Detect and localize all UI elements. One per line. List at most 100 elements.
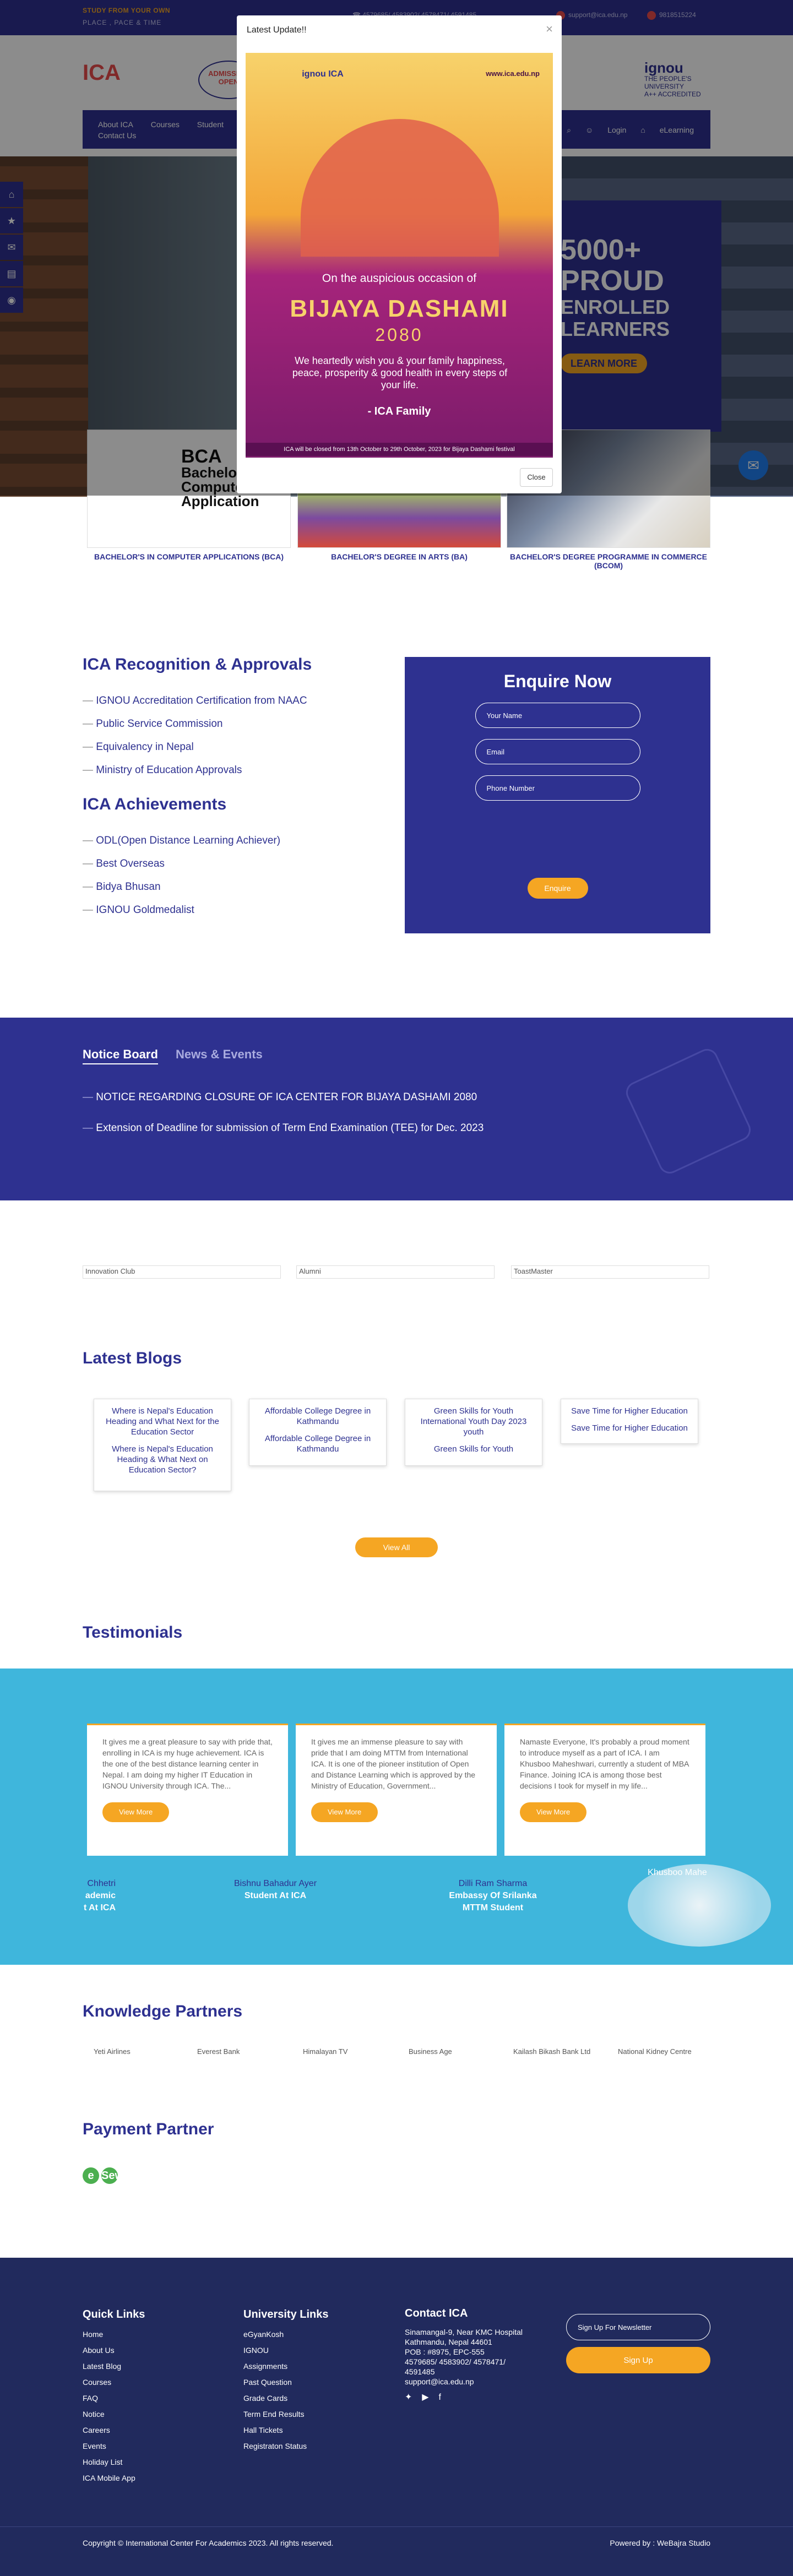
email-field[interactable] [475,739,640,764]
recognition-list: IGNOU Accreditation Certification from N… [83,695,391,776]
blog-title: Save Time for Higher Education [571,1423,688,1433]
testimonial-card: It gives me an immense pleasure to say w… [296,1724,497,1856]
testimonial-text: It gives me an immense pleasure to say w… [311,1737,476,1790]
course-caption: BACHELOR'S IN COMPUTER APPLICATIONS (BCA… [94,552,284,561]
partner-logo: Kailash Bikash Bank Ltd [513,2047,591,2056]
newsletter-input[interactable] [566,2314,710,2340]
footer-link[interactable]: Hall Tickets [243,2426,329,2434]
close-button[interactable]: Close [520,468,553,487]
footer-link[interactable]: Grade Cards [243,2394,329,2403]
footer-link[interactable]: Home [83,2330,145,2339]
footer-link[interactable]: Careers [83,2426,145,2434]
payment-title: Payment Partner [83,2120,214,2138]
testimonial-card: It gives me a great pleasure to say with… [87,1724,288,1856]
footer-link[interactable]: FAQ [83,2394,145,2403]
footer-link[interactable]: ICA Mobile App [83,2474,145,2482]
signup-button[interactable]: Sign Up [566,2347,710,2373]
view-more-button[interactable]: View More [311,1802,378,1822]
enquire-form: Enquire Now Enquire [405,657,710,933]
innovation-club-image[interactable]: Innovation Club [83,1265,281,1279]
author-name: Chhetri [87,1879,116,1888]
partner-logo: Himalayan TV [303,2047,348,2056]
tab-notice-board[interactable]: Notice Board [83,1047,158,1064]
notice-list: NOTICE REGARDING CLOSURE OF ICA CENTER F… [83,1091,484,1153]
list-item: Ministry of Education Approvals [83,764,391,776]
author-name: Dilli Ram Sharma [458,1879,528,1888]
notice-item[interactable]: Extension of Deadline for submission of … [83,1122,484,1134]
close-icon[interactable]: × [546,22,553,36]
poster-ica: ICA [328,69,344,79]
contact-info: Contact ICA Sinamangal-9, Near KMC Hospi… [405,2308,537,2403]
contact-pobox: POB : #8975, EPC-555 [405,2347,485,2356]
testimonial-text: Namaste Everyone, It's probably a proud … [520,1737,689,1790]
testimonials-section: It gives me a great pleasure to say with… [0,1669,793,1965]
blog-card[interactable]: Green Skills for Youth International You… [405,1399,542,1466]
author-role-2: t At ICA [83,1903,116,1912]
notice-section: Notice Board News & Events NOTICE REGARD… [0,1018,793,1200]
footer-link[interactable]: Courses [83,2378,145,2387]
contact-phones: 4579685/ 4583902/ 4578471/ 4591485 [405,2357,506,2376]
blog-card[interactable]: Where is Nepal's Education Heading and W… [94,1399,231,1491]
blog-image-alt: Affordable College Degree in Kathmandu [264,1406,371,1426]
author-role: Student At ICA [244,1891,307,1900]
list-item: Public Service Commission [83,718,391,730]
modal-title: Latest Update!! [247,25,307,35]
blog-title: Where is Nepal's Education Heading & Wha… [112,1444,213,1475]
testimonial-text: It gives me a great pleasure to say with… [102,1737,273,1790]
poster-ignou: ignou [302,69,326,79]
course-caption: BACHELOR'S DEGREE PROGRAMME IN COMMERCE … [509,552,707,570]
enquire-title: Enquire Now [503,671,612,691]
list-item: IGNOU Accreditation Certification from N… [83,695,391,707]
tab-news-events[interactable]: News & Events [176,1047,263,1061]
list-item: Bidya Bhusan [83,881,391,893]
blog-title: Green Skills for Youth [433,1444,514,1454]
poster-occasion: On the auspicious occasion of [322,272,477,285]
contact-email[interactable]: support@ica.edu.np [405,2377,537,2387]
footer-link[interactable]: About Us [83,2346,145,2355]
footer-link[interactable]: Notice [83,2410,145,2419]
facebook-icon[interactable]: f [439,2393,441,2403]
footer-link[interactable]: Latest Blog [83,2362,145,2371]
enquire-button[interactable]: Enquire [527,878,588,899]
footer-link[interactable]: Holiday List [83,2458,145,2466]
view-all-button[interactable]: View All [355,1537,438,1557]
youtube-icon[interactable]: ▶ [422,2393,428,2403]
list-item: IGNOU Goldmedalist [83,904,391,916]
footer-link[interactable]: Term End Results [243,2410,329,2419]
author-role: ademic [85,1891,116,1900]
view-more-button[interactable]: View More [520,1802,587,1822]
blog-image-alt: Where is Nepal's Education Heading and W… [106,1406,219,1437]
partner-logo: Yeti Airlines [94,2047,131,2056]
dashami-poster: ignou ICA www.ica.edu.np On the auspicio… [246,53,553,458]
toastmaster-image[interactable]: ToastMaster [511,1265,709,1279]
notice-item[interactable]: NOTICE REGARDING CLOSURE OF ICA CENTER F… [83,1091,484,1104]
university-links-title: University Links [243,2308,329,2320]
list-item: Best Overseas [83,858,391,870]
footer-link[interactable]: Events [83,2442,145,2450]
blog-image-alt: Save Time for Higher Education [571,1406,688,1416]
author-name: Khusboo Mahe [648,1868,707,1877]
author-role: Embassy Of Srilanka [449,1891,537,1900]
partner-logo: Business Age [409,2047,452,2056]
footer-link[interactable]: Assignments [243,2362,329,2371]
footer-link[interactable]: IGNOU [243,2346,329,2355]
twitter-icon[interactable]: ✦ [405,2393,412,2403]
quick-links-title: Quick Links [83,2308,145,2320]
phone-field[interactable] [475,775,640,801]
powered-by[interactable]: Powered by : WeBajra Studio [610,2539,710,2547]
name-field[interactable] [475,703,640,728]
blogs-title: Latest Blogs [83,1349,182,1367]
footer-link[interactable]: eGyanKosh [243,2330,329,2339]
blog-card[interactable]: Save Time for Higher Education Save Time … [561,1399,698,1444]
footer-link[interactable]: Registraton Status [243,2442,329,2450]
testimonial-author: Bishnu Bahadur Ayer Student At ICA [215,1878,336,1902]
footer-link[interactable]: Past Question [243,2378,329,2387]
newsletter: Sign Up [566,2314,710,2373]
achievements-list: ODL(Open Distance Learning Achiever) Bes… [83,835,391,916]
view-more-button[interactable]: View More [102,1802,170,1822]
blog-card[interactable]: Affordable College Degree in Kathmandu Af… [249,1399,387,1466]
alumni-image[interactable]: Alumni [296,1265,495,1279]
latest-blogs: Latest Blogs Where is Nepal's Education … [83,1349,698,1491]
goddess-illustration [301,119,499,257]
poster-year: 2080 [375,325,423,345]
